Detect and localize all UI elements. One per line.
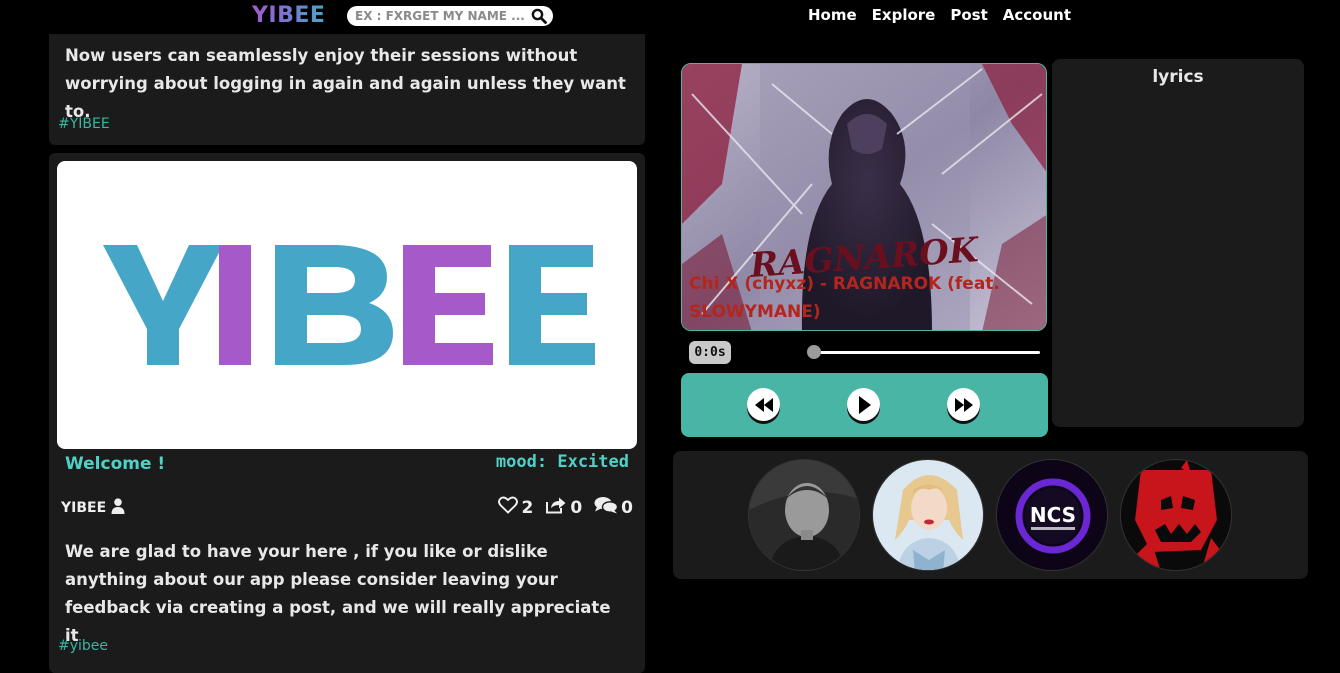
artist-avatar[interactable] xyxy=(1120,459,1232,571)
search-icon[interactable] xyxy=(531,8,547,24)
backward-icon[interactable] xyxy=(747,388,780,421)
artist-avatar[interactable] xyxy=(872,459,984,571)
post-body: Now users can seamlessly enjoy their ses… xyxy=(65,46,626,121)
post-image[interactable] xyxy=(57,161,637,449)
song-title: Chi X (chyxz) - RAGNAROK (feat. SLOWYMAN… xyxy=(689,274,1000,322)
like-button[interactable]: 2 xyxy=(498,496,533,519)
heart-icon xyxy=(498,496,519,519)
comments-button[interactable]: 0 xyxy=(594,496,633,519)
author-name: YIBEE xyxy=(61,500,107,516)
nav-home[interactable]: Home xyxy=(808,6,857,24)
search-bar xyxy=(347,6,553,26)
share-icon xyxy=(545,496,567,519)
nav-post[interactable]: Post xyxy=(950,6,987,24)
main-nav: Home Explore Post Account xyxy=(808,6,1086,24)
post-mood: mood: Excited xyxy=(496,452,629,472)
nav-account[interactable]: Account xyxy=(1003,6,1071,24)
post-title: Welcome ! xyxy=(65,454,166,474)
top-navbar: YIBEE Home Explore Post Account xyxy=(0,0,1340,34)
mood-label: mood: xyxy=(495,452,548,472)
yibee-logo-image xyxy=(103,245,595,365)
artist-avatar[interactable] xyxy=(748,459,860,571)
artists-row: NCS xyxy=(673,451,1308,579)
comments-count: 0 xyxy=(621,497,633,518)
post-card: Welcome ! mood: Excited YIBEE 2 0 0 We a… xyxy=(49,153,645,673)
forward-icon[interactable] xyxy=(947,388,980,421)
progress-slider-track[interactable] xyxy=(811,351,1040,354)
lyrics-title: lyrics xyxy=(1152,67,1204,87)
player-controls xyxy=(681,373,1048,437)
post-hashtag[interactable]: #yibee xyxy=(58,638,108,654)
post-hashtag[interactable]: #YIBEE xyxy=(58,116,110,132)
play-icon[interactable] xyxy=(847,388,880,421)
like-count: 2 xyxy=(521,497,534,518)
post-stats: 2 0 0 xyxy=(498,496,633,519)
lyrics-panel: lyrics xyxy=(1052,59,1304,427)
nav-explore[interactable]: Explore xyxy=(872,6,936,24)
post-card: Now users can seamlessly enjoy their ses… xyxy=(49,34,645,145)
mood-value: Excited xyxy=(557,452,629,472)
album-art: RAGNAROK Chi X (chyxz) - RAGNAROK (feat.… xyxy=(681,63,1047,331)
comments-icon xyxy=(594,496,619,519)
app-logo[interactable]: YIBEE xyxy=(252,3,325,28)
share-count: 0 xyxy=(570,497,583,518)
artist-avatar[interactable]: NCS xyxy=(996,459,1108,571)
post-author[interactable]: YIBEE xyxy=(61,498,125,518)
user-icon xyxy=(111,498,125,518)
search-input[interactable] xyxy=(355,8,525,24)
share-button[interactable]: 0 xyxy=(545,496,582,519)
time-display: 0:0s xyxy=(689,341,731,364)
ncs-logo-text: NCS xyxy=(1030,503,1076,527)
post-body: We are glad to have your here , if you l… xyxy=(65,542,611,645)
progress-slider-thumb[interactable] xyxy=(807,345,821,359)
